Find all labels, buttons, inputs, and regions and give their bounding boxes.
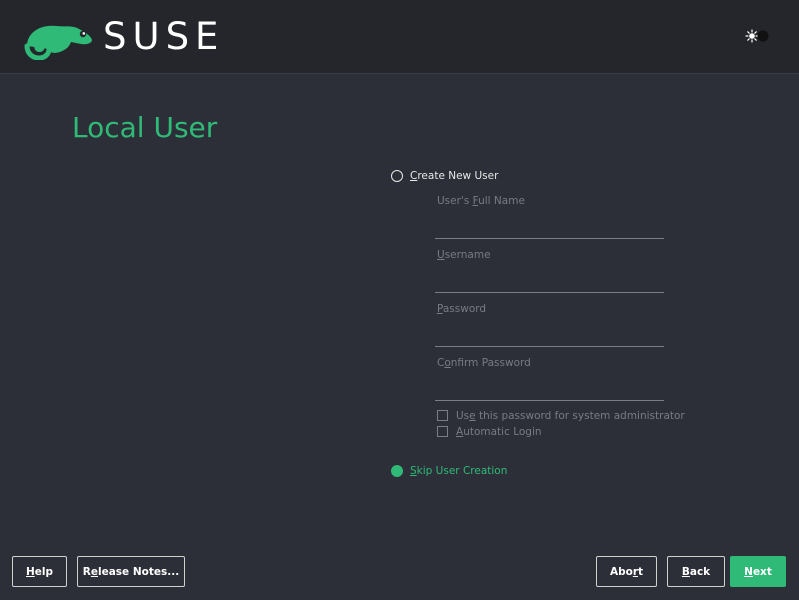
back-button[interactable]: Back [667,556,725,587]
help-button[interactable]: Help [12,556,67,587]
suse-chameleon-logo [24,25,92,60]
skip-user-creation-label[interactable]: Skip User Creation [410,464,507,478]
theme-toggle[interactable] [744,28,770,44]
confirm-password-label: Confirm Password [437,357,531,369]
use-password-for-admin-label[interactable]: Use this password for system administrat… [456,409,685,423]
release-notes-button[interactable]: Re lease Notes... [77,556,185,587]
page-title: Local User [72,111,218,144]
password-label: Password [437,303,487,315]
full-name-label: User's Full Name [437,195,525,207]
full-name-field[interactable] [435,216,664,239]
username-label: Username [437,249,491,261]
create-new-user-label[interactable]: Create New User [410,169,498,183]
password-field[interactable] [435,324,664,347]
next-button[interactable]: Next [730,556,786,587]
use-password-for-admin-checkbox[interactable] [437,410,448,421]
create-new-user-radio[interactable] [391,170,403,182]
abort-button[interactable]: Abo r t [596,556,657,587]
username-field[interactable] [435,270,664,293]
automatic-login-checkbox[interactable] [437,426,448,437]
suse-wordmark: SUSE [103,15,225,58]
skip-user-creation-radio[interactable] [391,465,403,477]
sun-icon [745,29,769,43]
confirm-password-field[interactable] [435,378,664,401]
header-bar: SUSE [0,0,799,74]
automatic-login-label[interactable]: Automatic Login [456,425,542,439]
